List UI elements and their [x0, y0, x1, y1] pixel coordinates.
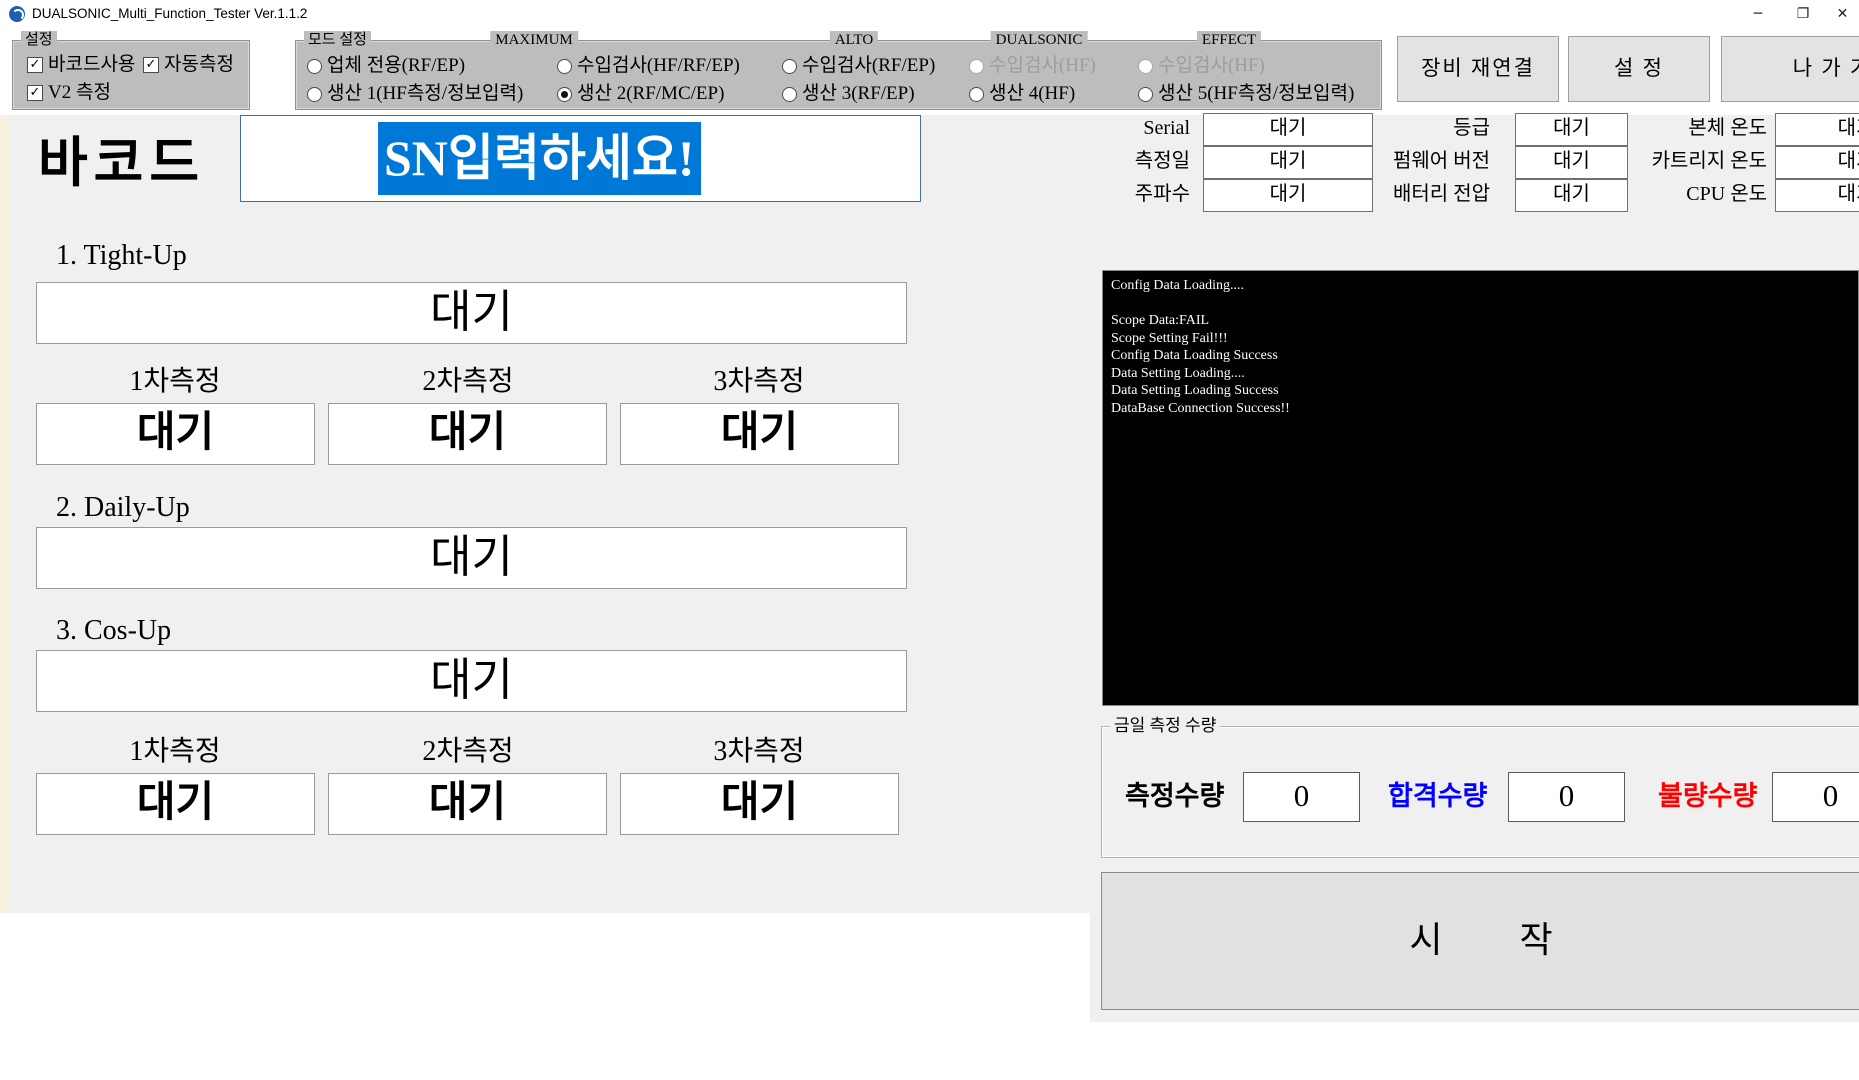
status-value-cartridge-temp: 대기 [1775, 146, 1859, 179]
console-line: Scope Data:FAIL [1111, 312, 1858, 330]
mode-column-header-dualsonic: DUALSONIC [991, 31, 1088, 49]
settings-group-label: 설정 [21, 31, 57, 49]
tight-up-measure3-box: 대기 [620, 403, 899, 465]
start-button[interactable]: 시 작 [1101, 872, 1859, 1010]
daily-count-group-label: 금일 측정 수량 [1110, 717, 1220, 735]
console-line: Scope Setting Fail!!! [1111, 330, 1858, 348]
radio-icon[interactable] [782, 59, 797, 74]
fail-count-value: 0 [1772, 772, 1859, 822]
measured-count-value: 0 [1243, 772, 1360, 822]
measured-count-label: 측정수량 [1125, 772, 1224, 820]
checkbox-label: 자동측정 [164, 55, 234, 75]
status-label-serial: Serial [1020, 113, 1190, 144]
mode-column-header-alto: ALTO [830, 31, 878, 49]
measure2-label: 2차측정 [368, 366, 568, 398]
radio-icon[interactable] [307, 87, 322, 102]
cos-up-result-box: 대기 [36, 650, 907, 712]
section-title-tight-up: 1. Tight-Up [56, 240, 187, 272]
console-line: DataBase Connection Success!! [1111, 400, 1858, 418]
close-button[interactable]: ✕ [1826, 0, 1859, 28]
settings-groupbox: 설정 ✓ 바코드사용 ✓ 자동측정 ✓ V2 측정 [12, 40, 250, 110]
radio-icon[interactable] [557, 59, 572, 74]
window-edge-strip [0, 115, 9, 913]
measure3-label: 3차측정 [659, 366, 859, 398]
mode-groupbox: 모드 설정 MAXIMUM ALTO DUALSONIC EFFECT 업체 전… [295, 40, 1382, 110]
measure3-label: 3차측정 [659, 736, 859, 768]
tight-up-measure1-box: 대기 [36, 403, 315, 465]
radio-icon[interactable] [969, 87, 984, 102]
cos-up-measure1-box: 대기 [36, 773, 315, 835]
mode-group-label: 모드 설정 [304, 31, 371, 49]
barcode-input[interactable]: SN입력하세요! [240, 115, 921, 202]
measure1-label: 1차측정 [75, 366, 275, 398]
radio-icon-disabled [969, 59, 984, 74]
checkbox-icon[interactable]: ✓ [27, 57, 43, 73]
daily-up-result-box: 대기 [36, 527, 907, 589]
fail-count-label: 불량수량 [1658, 772, 1757, 820]
checkbox-icon[interactable]: ✓ [27, 85, 43, 101]
tight-up-measure2-box: 대기 [328, 403, 607, 465]
console-line: Data Setting Loading.... [1111, 365, 1858, 383]
console-line: Data Setting Loading Success [1111, 382, 1858, 400]
status-label-cpu-temp: CPU 온도 [1597, 179, 1767, 210]
title-bar: DUALSONIC_Multi_Function_Tester Ver.1.1.… [0, 0, 1859, 28]
status-label-cartridge-temp: 카트리지 온도 [1597, 146, 1767, 177]
status-label-frequency: 주파수 [1020, 179, 1190, 210]
log-console[interactable]: Config Data Loading.... Scope Data:FAIL … [1102, 270, 1859, 706]
section-title-cos-up: 3. Cos-Up [56, 615, 171, 647]
tight-up-result-box: 대기 [36, 282, 907, 344]
minimize-button[interactable]: ─ [1736, 0, 1780, 28]
measure2-label: 2차측정 [368, 736, 568, 768]
status-label-battery: 배터리 전압 [1320, 179, 1490, 210]
pass-count-label: 합격수량 [1388, 772, 1487, 820]
device-reconnect-button[interactable]: 장비 재연결 [1397, 36, 1559, 102]
barcode-label: 바코드 [38, 132, 228, 194]
status-label-grade: 등급 [1320, 113, 1490, 144]
console-line: Config Data Loading.... [1111, 277, 1858, 295]
radio-icon-disabled [1138, 59, 1153, 74]
checkbox-label: V2 측정 [48, 83, 111, 103]
status-value-body-temp: 대기 [1775, 113, 1859, 146]
radio-icon-selected[interactable] [557, 87, 572, 102]
checkbox-label: 바코드사용 [48, 55, 135, 75]
app-icon [9, 6, 25, 22]
window-title: DUALSONIC_Multi_Function_Tester Ver.1.1.… [32, 0, 307, 28]
radio-icon[interactable] [1138, 87, 1153, 102]
settings-button[interactable]: 설 정 [1568, 36, 1710, 102]
checkbox-icon[interactable]: ✓ [143, 57, 159, 73]
cos-up-measure3-box: 대기 [620, 773, 899, 835]
measure1-label: 1차측정 [75, 736, 275, 768]
pass-count-value: 0 [1508, 772, 1625, 822]
status-value-cpu-temp: 대기 [1775, 179, 1859, 212]
barcode-input-selected-text: SN입력하세요! [378, 122, 701, 195]
console-line [1111, 295, 1858, 313]
status-label-body-temp: 본체 온도 [1597, 113, 1767, 144]
radio-icon[interactable] [782, 87, 797, 102]
app-window: DUALSONIC_Multi_Function_Tester Ver.1.1.… [0, 0, 1859, 1080]
maximize-button[interactable]: ❐ [1781, 0, 1825, 28]
mode-column-header-maximum: MAXIMUM [490, 31, 578, 49]
exit-button[interactable]: 나 가 기 [1721, 36, 1859, 102]
console-line: Config Data Loading Success [1111, 347, 1858, 365]
radio-icon[interactable] [307, 59, 322, 74]
section-title-daily-up: 2. Daily-Up [56, 492, 190, 524]
status-label-firmware: 펌웨어 버전 [1320, 146, 1490, 177]
cos-up-measure2-box: 대기 [328, 773, 607, 835]
status-label-measure-date: 측정일 [1020, 146, 1190, 177]
mode-column-header-effect: EFFECT [1197, 31, 1261, 49]
